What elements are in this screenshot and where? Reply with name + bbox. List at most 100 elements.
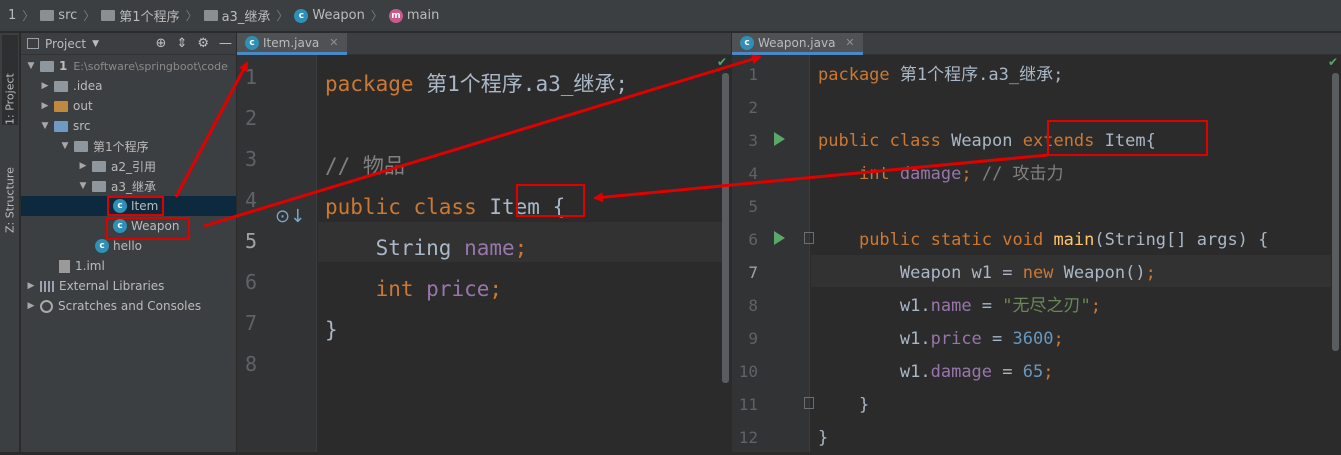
code-token: =	[992, 362, 1023, 382]
tree-item-scratches[interactable]: ▶ Scratches and Consoles	[21, 296, 236, 316]
collapsed-arrow-icon[interactable]: ▶	[25, 301, 37, 311]
collapsed-arrow-icon[interactable]: ▶	[39, 81, 51, 91]
breadcrumb-item-method[interactable]: m main	[388, 8, 440, 23]
chevron-right-icon: 〉	[83, 9, 96, 23]
gear-icon[interactable]: ⚙	[197, 36, 209, 51]
tree-label: out	[73, 99, 93, 113]
annotation-box-weapon-tree	[106, 217, 190, 240]
breadcrumb-item-package[interactable]: 第1个程序	[101, 6, 180, 25]
line-number: 7	[244, 311, 257, 335]
breadcrumb-item-class[interactable]: c Weapon	[294, 8, 365, 23]
package-icon	[74, 140, 88, 152]
overridden-method-icon[interactable]: ⊙↓	[275, 206, 305, 227]
line-number: 10	[738, 362, 758, 381]
class-icon: c	[95, 239, 109, 253]
tree-item-iml[interactable]: 1.iml	[21, 256, 236, 276]
collapse-icon[interactable]: ⇕	[176, 36, 187, 51]
code-token: String	[375, 236, 452, 260]
field-price: price	[426, 277, 490, 301]
collapsed-arrow-icon[interactable]: ▶	[77, 161, 89, 171]
project-panel: Project ▼ ⊕ ⇕ ⚙ — ▼ 1 E:\software\spring…	[21, 33, 236, 452]
expanded-arrow-icon[interactable]: ▼	[77, 181, 89, 191]
breadcrumb-item-subpackage[interactable]: a3_继承	[203, 6, 270, 25]
line-number: 7	[748, 263, 758, 282]
line-number: 3	[244, 147, 257, 171]
code-token: ;	[1053, 329, 1064, 349]
code-token: new	[1022, 263, 1054, 283]
field-damage: damage	[899, 164, 962, 184]
breadcrumb-label: 1	[8, 8, 17, 23]
expanded-arrow-icon[interactable]: ▼	[59, 141, 71, 151]
run-main-icon[interactable]	[774, 231, 785, 245]
chevron-down-icon[interactable]: ▼	[92, 39, 99, 49]
field-damage: damage	[930, 362, 993, 382]
excluded-folder-icon	[54, 100, 68, 112]
project-tool-tab[interactable]: 1: Project	[2, 35, 18, 125]
code-token: }	[858, 395, 870, 415]
string-literal: "无尽之刃"	[1002, 296, 1091, 316]
tree-item-package-1[interactable]: ▼ 第1个程序	[21, 136, 236, 156]
structure-tool-tab-label: Z: Structure	[3, 167, 17, 233]
package-icon	[92, 160, 106, 172]
structure-tool-tab[interactable]: Z: Structure	[2, 153, 18, 233]
tab-weapon-java[interactable]: c Weapon.java ✕	[732, 33, 863, 55]
code-token: }	[818, 428, 829, 448]
line-number-gutter: 1 2 3 4 5 6 7 8 ⊙↓	[237, 55, 317, 452]
tree-label: External Libraries	[59, 279, 165, 293]
project-panel-title[interactable]: Project	[45, 37, 86, 51]
annotation-box-item-tree	[107, 196, 164, 216]
code-token: (String[] args) {	[1094, 230, 1269, 250]
folder-icon	[54, 80, 68, 92]
breadcrumb-label: main	[406, 8, 440, 23]
annotation-box-item-class	[516, 184, 585, 217]
tree-item-project-root[interactable]: ▼ 1 E:\software\springboot\code	[21, 56, 236, 76]
tree-item-idea[interactable]: ▶ .idea	[21, 76, 236, 96]
close-icon[interactable]: ✕	[845, 36, 854, 49]
editor-tab-bar: c Item.java ✕	[237, 33, 731, 55]
code-token: w1.	[899, 362, 931, 382]
line-number: 11	[738, 395, 758, 414]
expanded-arrow-icon[interactable]: ▼	[39, 121, 51, 131]
class-icon: c	[740, 35, 754, 50]
run-class-icon[interactable]	[774, 132, 785, 146]
code-token: ;	[489, 277, 503, 301]
project-view-icon	[27, 38, 39, 49]
chevron-right-icon: 〉	[370, 9, 383, 23]
line-number: 6	[748, 230, 758, 249]
tree-item-a3[interactable]: ▼ a3_继承	[21, 176, 236, 196]
locate-icon[interactable]: ⊕	[156, 36, 167, 51]
scratches-icon	[40, 299, 53, 313]
expanded-arrow-icon[interactable]: ▼	[25, 61, 37, 71]
method-icon: m	[388, 8, 403, 23]
code-token: ;	[514, 236, 528, 260]
minimize-icon[interactable]: —	[219, 36, 232, 51]
collapsed-arrow-icon[interactable]: ▶	[25, 281, 37, 291]
source-folder-icon	[54, 120, 68, 132]
tree-label: 1	[59, 59, 68, 73]
tree-label: a3_继承	[111, 179, 156, 194]
line-number: 8	[244, 352, 257, 376]
tree-item-a2[interactable]: ▶ a2_引用	[21, 156, 236, 176]
close-icon[interactable]: ✕	[329, 36, 338, 49]
code-token: ;	[1145, 263, 1156, 283]
code-token: ;	[1043, 362, 1054, 382]
tree-item-src[interactable]: ▼ src	[21, 116, 236, 136]
tree-item-external-libraries[interactable]: ▶ External Libraries	[21, 276, 236, 296]
tree-item-out[interactable]: ▶ out	[21, 96, 236, 116]
tree-label: Scratches and Consoles	[58, 299, 202, 313]
breadcrumb-item-project[interactable]: 1	[8, 8, 16, 23]
code-comment: // 攻击力	[981, 164, 1064, 184]
editor-weapon-java: c Weapon.java ✕ 1 2 3 4 5 6 7 8 9 10 11 …	[732, 33, 1341, 452]
field-name: name	[930, 296, 972, 316]
fold-marker-icon[interactable]	[804, 397, 814, 409]
code-area[interactable]: package 第1个程序.a3_继承; public class Weapon…	[818, 59, 1268, 455]
scrollbar[interactable]	[1332, 73, 1339, 351]
breadcrumb-label: src	[58, 8, 78, 23]
collapsed-arrow-icon[interactable]: ▶	[39, 101, 51, 111]
folder-icon	[40, 10, 55, 21]
code-token: w1.	[899, 296, 931, 316]
scrollbar[interactable]	[722, 73, 729, 383]
breadcrumb-item-src[interactable]: src	[40, 8, 77, 23]
fold-marker-icon[interactable]	[804, 232, 814, 244]
tab-item-java[interactable]: c Item.java ✕	[237, 33, 347, 55]
